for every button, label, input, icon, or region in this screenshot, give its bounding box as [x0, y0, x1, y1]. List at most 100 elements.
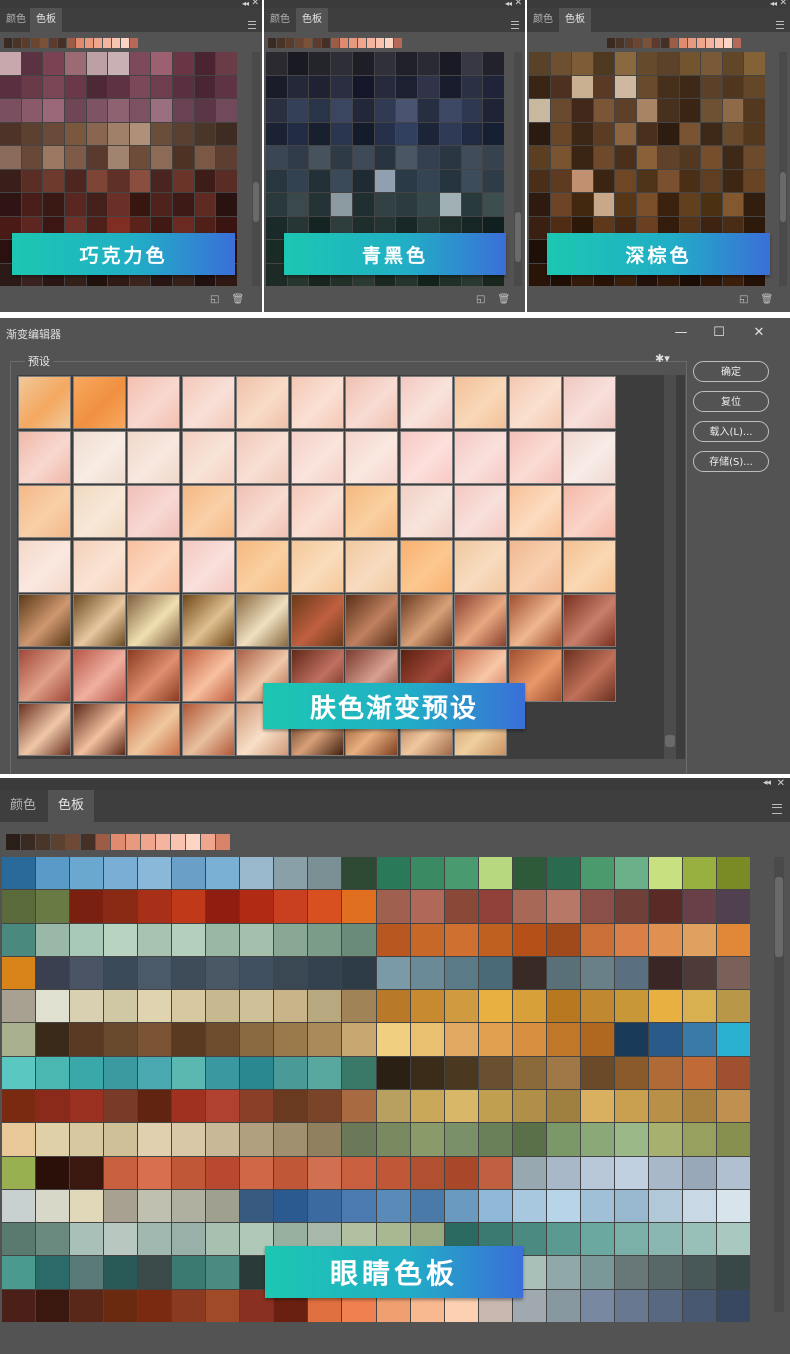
swatch[interactable]: [138, 1223, 172, 1256]
swatch[interactable]: [266, 193, 287, 216]
swatch[interactable]: [615, 146, 636, 169]
swatch[interactable]: [701, 122, 722, 145]
swatch[interactable]: [138, 857, 172, 890]
swatch[interactable]: [376, 923, 410, 956]
swatch[interactable]: [172, 857, 206, 890]
recent-swatch[interactable]: [201, 834, 215, 850]
swatch[interactable]: [240, 890, 274, 923]
gradient-preset[interactable]: [345, 430, 398, 484]
gradient-preset[interactable]: [18, 376, 71, 429]
swatch[interactable]: [151, 52, 173, 75]
tab-color[interactable]: 颜色: [527, 8, 559, 32]
swatch[interactable]: [108, 75, 129, 98]
swatch[interactable]: [615, 122, 636, 145]
swatch[interactable]: [374, 193, 396, 216]
swatch[interactable]: [679, 52, 701, 75]
close-icon[interactable]: ✕: [777, 778, 785, 789]
swatch[interactable]: [461, 146, 483, 169]
swatch[interactable]: [418, 193, 439, 216]
swatch[interactable]: [206, 890, 240, 923]
swatch[interactable]: [194, 99, 216, 122]
swatch[interactable]: [2, 923, 36, 956]
swatch[interactable]: [410, 1023, 444, 1056]
gradient-preset[interactable]: [127, 648, 180, 702]
swatch[interactable]: [342, 1156, 376, 1189]
swatch[interactable]: [172, 1223, 206, 1256]
swatch[interactable]: [266, 146, 287, 169]
swatch[interactable]: [331, 169, 352, 192]
swatch[interactable]: [206, 1256, 240, 1289]
gradient-preset[interactable]: [18, 430, 71, 484]
swatch[interactable]: [309, 52, 331, 75]
swatch[interactable]: [648, 1289, 682, 1322]
swatch[interactable]: [636, 146, 658, 169]
swatch[interactable]: [580, 890, 614, 923]
swatch[interactable]: [86, 99, 108, 122]
swatch[interactable]: [172, 1289, 206, 1322]
swatch[interactable]: [173, 122, 194, 145]
swatch[interactable]: [529, 122, 550, 145]
swatch[interactable]: [104, 923, 138, 956]
swatch[interactable]: [274, 1089, 308, 1123]
gradient-preset[interactable]: [18, 648, 71, 702]
swatch[interactable]: [287, 146, 309, 169]
swatch[interactable]: [701, 193, 722, 216]
swatch[interactable]: [216, 169, 237, 192]
swatch[interactable]: [172, 890, 206, 923]
recent-swatch[interactable]: [216, 834, 230, 850]
recent-swatch[interactable]: [67, 38, 75, 48]
swatch[interactable]: [86, 52, 108, 75]
swatch[interactable]: [138, 923, 172, 956]
gradient-preset[interactable]: [181, 703, 235, 756]
gear-icon[interactable]: ✱▾: [655, 352, 670, 365]
swatch[interactable]: [580, 1023, 614, 1056]
swatch[interactable]: [418, 99, 439, 122]
swatch[interactable]: [0, 122, 21, 145]
swatch[interactable]: [648, 890, 682, 923]
gradient-preset[interactable]: [72, 485, 126, 538]
swatch[interactable]: [86, 122, 108, 145]
swatch[interactable]: [352, 52, 374, 75]
swatch[interactable]: [716, 1156, 750, 1189]
swatch[interactable]: [70, 1156, 104, 1189]
swatch[interactable]: [104, 890, 138, 923]
swatch[interactable]: [478, 956, 512, 990]
swatch[interactable]: [342, 923, 376, 956]
swatch[interactable]: [331, 122, 352, 145]
scrollbar-thumb[interactable]: [665, 735, 675, 747]
swatch[interactable]: [70, 1056, 104, 1089]
swatch[interactable]: [70, 1023, 104, 1056]
swatch[interactable]: [483, 75, 504, 98]
swatch[interactable]: [2, 956, 36, 990]
gradient-preset[interactable]: [181, 594, 235, 647]
swatch[interactable]: [701, 169, 722, 192]
swatch[interactable]: [172, 1123, 206, 1156]
recent-swatch[interactable]: [76, 38, 84, 48]
swatch[interactable]: [444, 990, 478, 1023]
swatch[interactable]: [309, 146, 331, 169]
swatch[interactable]: [206, 923, 240, 956]
swatch[interactable]: [614, 1189, 648, 1223]
swatch[interactable]: [461, 122, 483, 145]
swatch[interactable]: [614, 890, 648, 923]
gradient-preset[interactable]: [18, 485, 71, 538]
swatch[interactable]: [21, 75, 43, 98]
swatch[interactable]: [396, 122, 418, 145]
swatch[interactable]: [2, 1189, 36, 1223]
recent-swatch[interactable]: [313, 38, 321, 48]
swatch[interactable]: [129, 99, 151, 122]
swatch[interactable]: [172, 1156, 206, 1189]
swatch[interactable]: [216, 122, 237, 145]
gradient-preset[interactable]: [72, 430, 126, 484]
swatch[interactable]: [104, 1189, 138, 1223]
gradient-preset[interactable]: [454, 594, 507, 647]
swatch[interactable]: [529, 99, 550, 122]
swatch[interactable]: [129, 146, 151, 169]
swatch[interactable]: [352, 169, 374, 192]
swatch[interactable]: [648, 1223, 682, 1256]
swatch[interactable]: [342, 1056, 376, 1089]
recent-swatch[interactable]: [724, 38, 732, 48]
swatch[interactable]: [572, 75, 593, 98]
swatch[interactable]: [36, 1156, 70, 1189]
swatch[interactable]: [206, 1023, 240, 1056]
